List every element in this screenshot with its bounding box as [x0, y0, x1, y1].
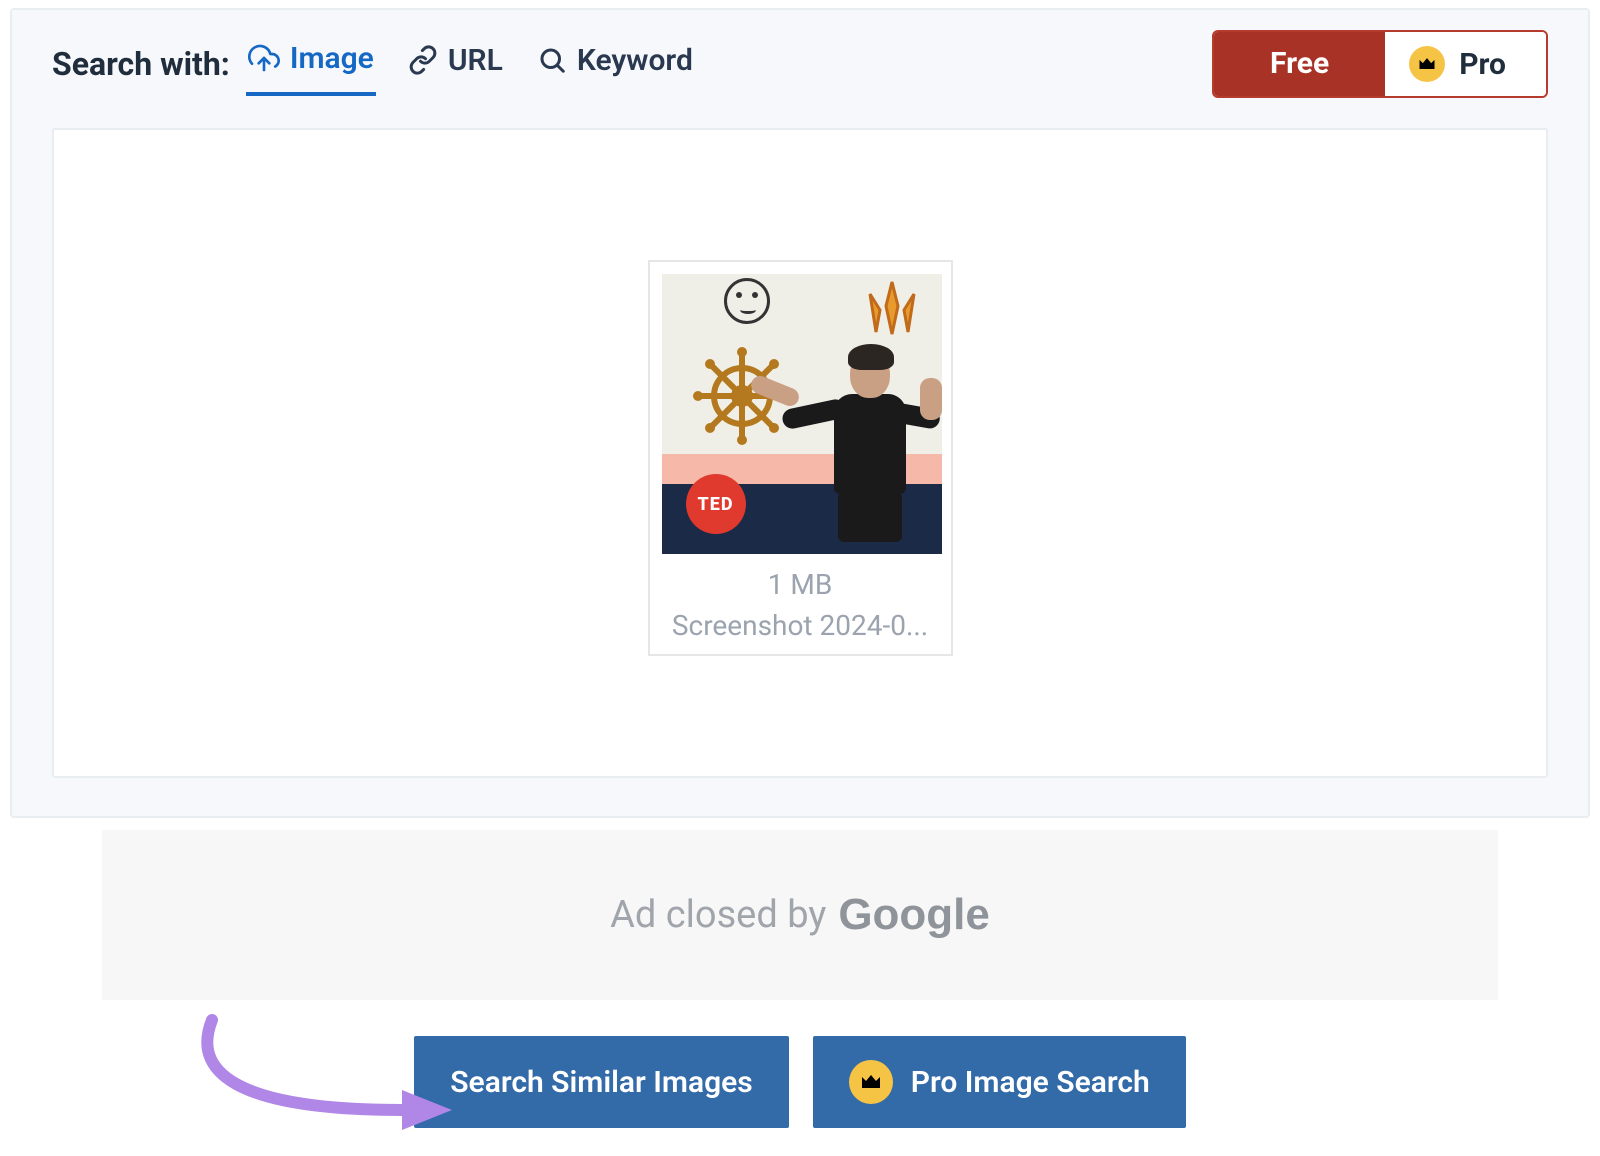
upload-cloud-icon: [248, 42, 280, 74]
plan-pro-button[interactable]: Pro: [1385, 32, 1546, 96]
search-panel: Search with: Image URL: [10, 8, 1590, 818]
ad-closed-text: Ad closed by: [610, 893, 826, 937]
search-icon: [537, 45, 567, 75]
tab-url-label: URL: [448, 43, 503, 78]
plan-toggle: Free Pro: [1212, 30, 1548, 98]
link-icon: [408, 45, 438, 75]
flame-icon: [862, 276, 922, 336]
search-top-row: Search with: Image URL: [52, 30, 1548, 98]
ad-banner: Ad closed by Google: [102, 830, 1498, 1000]
upload-dropzone[interactable]: TED 1 MB Screenshot 2024-0...: [52, 128, 1548, 778]
search-left: Search with: Image URL: [52, 33, 695, 96]
pro-image-search-button[interactable]: Pro Image Search: [813, 1036, 1186, 1128]
uploaded-thumbnail-image: TED: [662, 274, 942, 554]
speaker-figure: [804, 344, 924, 544]
tab-url[interactable]: URL: [406, 35, 505, 94]
crown-icon: [1409, 46, 1445, 82]
uploaded-file-name: Screenshot 2024-0...: [662, 609, 939, 642]
google-logo-text: Google: [838, 890, 990, 940]
tab-keyword[interactable]: Keyword: [535, 35, 695, 94]
search-similar-button[interactable]: Search Similar Images: [414, 1036, 788, 1128]
tab-keyword-label: Keyword: [577, 43, 693, 78]
search-tabs: Image URL Keyword: [246, 33, 695, 96]
uploaded-thumbnail-card[interactable]: TED 1 MB Screenshot 2024-0...: [648, 260, 953, 656]
plan-free-label: Free: [1270, 46, 1329, 81]
pro-image-search-label: Pro Image Search: [911, 1065, 1150, 1100]
tab-image-label: Image: [290, 41, 374, 76]
uploaded-file-size: 1 MB: [662, 568, 939, 601]
plan-pro-label: Pro: [1459, 47, 1506, 82]
search-with-label: Search with:: [52, 45, 230, 83]
ted-badge: TED: [686, 474, 746, 534]
tab-image[interactable]: Image: [246, 33, 376, 96]
plan-free-button[interactable]: Free: [1214, 32, 1385, 96]
search-similar-label: Search Similar Images: [450, 1065, 752, 1100]
crown-icon: [849, 1060, 893, 1104]
actions-row: Search Similar Images Pro Image Search: [0, 1036, 1600, 1128]
